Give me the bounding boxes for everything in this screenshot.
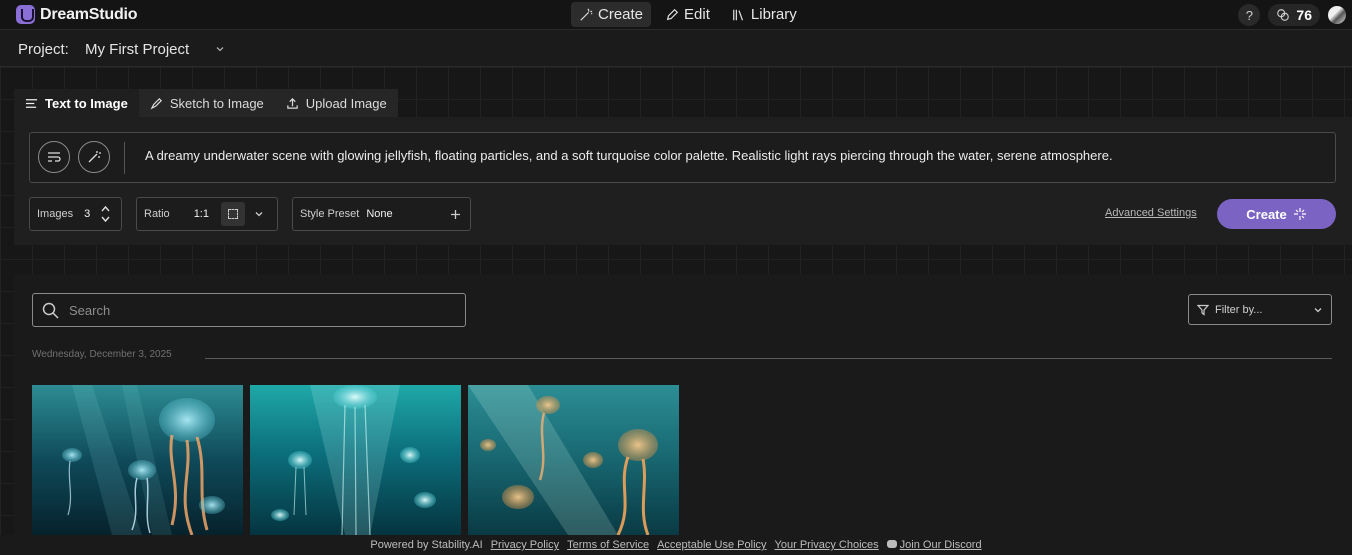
nav-library[interactable]: Library — [724, 2, 805, 27]
magic-wand-icon — [88, 151, 101, 163]
coins-icon — [1277, 9, 1290, 21]
nav-create-label: Create — [598, 6, 644, 23]
magic-wand-icon — [580, 7, 593, 21]
top-nav-bar: DreamStudio Create Edit Library ? 76 — [0, 0, 1352, 30]
images-count-control[interactable]: Images 3 — [29, 197, 122, 231]
credits-badge[interactable]: 76 — [1268, 4, 1320, 26]
gallery-thumbnail[interactable] — [32, 385, 243, 535]
privacy-policy-link[interactable]: Privacy Policy — [491, 539, 559, 551]
nav-library-label: Library — [750, 6, 797, 23]
ratio-label: Ratio — [144, 208, 170, 220]
search-icon — [42, 302, 59, 319]
filter-dropdown[interactable]: Filter by... — [1188, 294, 1332, 325]
filter-icon — [1197, 304, 1209, 316]
brush-icon — [150, 97, 162, 109]
ratio-value: 1:1 — [193, 208, 209, 220]
nav-edit-label: Edit — [684, 6, 710, 23]
acceptable-use-policy-link[interactable]: Acceptable Use Policy — [657, 539, 766, 551]
project-selector[interactable]: My First Project — [85, 41, 189, 58]
terms-of-service-link[interactable]: Terms of Service — [567, 539, 649, 551]
join-discord-link[interactable]: Join Our Discord — [900, 539, 982, 551]
aspect-ratio-icon — [220, 202, 245, 226]
upload-icon — [287, 97, 298, 109]
create-button[interactable]: Create — [1217, 199, 1336, 229]
gallery-thumbnail[interactable] — [250, 385, 461, 535]
dreamstudio-logo-icon — [16, 5, 35, 24]
text-wrap-icon — [48, 152, 61, 162]
project-bar: Project: My First Project — [0, 31, 1352, 67]
pencil-icon — [666, 8, 679, 20]
main-nav: Create Edit Library — [571, 2, 805, 27]
date-label: Wednesday, December 3, 2025 — [32, 349, 172, 360]
advanced-settings-link[interactable]: Advanced Settings — [1105, 207, 1197, 219]
sparkle-icon — [1293, 208, 1306, 220]
stepper-arrows-icon[interactable] — [100, 203, 111, 225]
chevron-down-icon[interactable] — [254, 209, 264, 219]
project-label: Project: — [18, 41, 69, 58]
mode-tabs: Text to Image Sketch to Image Upload Ima… — [14, 89, 398, 117]
nav-edit[interactable]: Edit — [657, 2, 718, 27]
prompt-box: A dreamy underwater scene with glowing j… — [29, 132, 1336, 183]
jellyfish-image-3 — [468, 385, 679, 535]
footer: Powered by Stability.AI Privacy Policy T… — [0, 535, 1352, 555]
tab-upload-image[interactable]: Upload Image — [274, 89, 398, 117]
help-button[interactable]: ? — [1238, 4, 1261, 26]
gallery-thumbnail[interactable] — [468, 385, 679, 535]
ratio-control[interactable]: Ratio 1:1 — [136, 197, 278, 231]
search-input[interactable] — [69, 301, 449, 319]
gallery-panel: Filter by... Wednesday, December 3, 2025 — [14, 274, 1352, 555]
prompt-settings-button[interactable] — [38, 141, 70, 173]
style-preset-value: None — [366, 208, 393, 220]
filter-placeholder: Filter by... — [1215, 303, 1263, 316]
search-field[interactable] — [32, 293, 466, 327]
images-label: Images — [37, 208, 74, 220]
images-value: 3 — [84, 208, 91, 220]
prompt-composer: A dreamy underwater scene with glowing j… — [14, 117, 1352, 245]
jellyfish-image-2 — [250, 385, 461, 535]
discord-link-wrapper[interactable]: Join Our Discord — [886, 539, 982, 551]
prompt-input[interactable]: A dreamy underwater scene with glowing j… — [145, 148, 1113, 163]
plus-icon[interactable] — [450, 209, 461, 220]
tab-sketch-to-image-label: Sketch to Image — [169, 95, 264, 111]
discord-icon — [886, 540, 897, 548]
text-lines-icon — [25, 98, 38, 108]
tab-text-to-image[interactable]: Text to Image — [14, 89, 139, 117]
top-right-controls: ? 76 — [1238, 4, 1346, 26]
tab-text-to-image-label: Text to Image — [45, 95, 128, 111]
app-name: DreamStudio — [40, 5, 138, 23]
user-avatar[interactable] — [1328, 6, 1346, 24]
chevron-down-icon[interactable] — [214, 43, 226, 55]
enhance-prompt-button[interactable] — [78, 141, 110, 173]
nav-create[interactable]: Create — [571, 2, 652, 27]
app-logo[interactable]: DreamStudio — [16, 5, 138, 24]
prompt-divider — [124, 142, 125, 174]
date-group-header: Wednesday, December 3, 2025 — [32, 349, 172, 360]
chevron-down-icon — [1314, 308, 1322, 313]
tab-upload-image-label: Upload Image — [305, 95, 387, 111]
tab-sketch-to-image[interactable]: Sketch to Image — [138, 89, 275, 117]
style-preset-control[interactable]: Style Preset None — [292, 197, 471, 231]
jellyfish-image-1 — [32, 385, 243, 535]
library-icon — [733, 9, 743, 20]
date-divider — [205, 358, 1332, 359]
privacy-choices-link[interactable]: Your Privacy Choices — [775, 539, 879, 551]
powered-by-text: Powered by Stability.AI — [370, 539, 483, 551]
credits-count: 76 — [1296, 7, 1312, 23]
create-button-label: Create — [1246, 206, 1287, 222]
style-preset-label: Style Preset — [300, 208, 360, 220]
